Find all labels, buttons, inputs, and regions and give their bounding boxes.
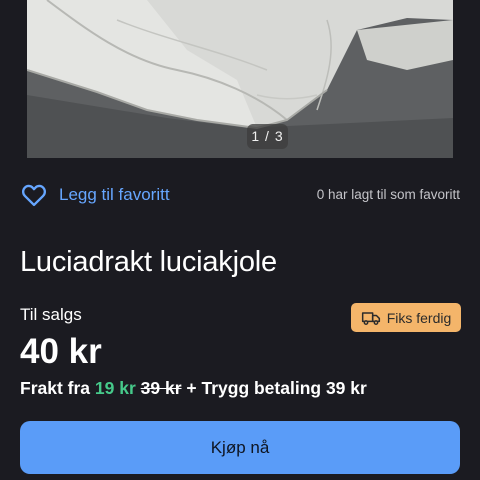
shipping-old-price: 39 kr bbox=[140, 378, 182, 398]
secure-payment-text: + Trygg betaling 39 kr bbox=[186, 378, 367, 398]
favorite-row: Legg til favoritt 0 har lagt til som fav… bbox=[0, 176, 480, 214]
image-gallery[interactable]: 1 / 3 bbox=[0, 0, 480, 158]
sale-label: Til salgs bbox=[20, 305, 82, 324]
listing-title: Luciadrakt luciakjole bbox=[20, 246, 277, 278]
buy-now-button[interactable]: Kjøp nå bbox=[20, 421, 460, 474]
price: 40 kr bbox=[20, 332, 102, 371]
shipping-info: Frakt fra 19 kr 39 kr + Trygg betaling 3… bbox=[20, 378, 367, 399]
shipping-prefix: Frakt fra bbox=[20, 378, 91, 398]
dress-photo-illustration bbox=[27, 0, 453, 158]
image-counter: 1 / 3 bbox=[247, 124, 288, 149]
heart-outline-icon[interactable] bbox=[20, 181, 48, 209]
add-favorite-link[interactable]: Legg til favoritt bbox=[59, 185, 170, 205]
favorite-count: 0 har lagt til som favoritt bbox=[316, 187, 460, 202]
badge-label: Fiks ferdig bbox=[386, 309, 452, 326]
truck-icon bbox=[361, 311, 380, 325]
listing-photo[interactable]: 1 / 3 bbox=[27, 0, 453, 158]
fiks-ferdig-badge[interactable]: Fiks ferdig bbox=[351, 303, 461, 332]
shipping-price: 19 kr bbox=[94, 378, 136, 398]
